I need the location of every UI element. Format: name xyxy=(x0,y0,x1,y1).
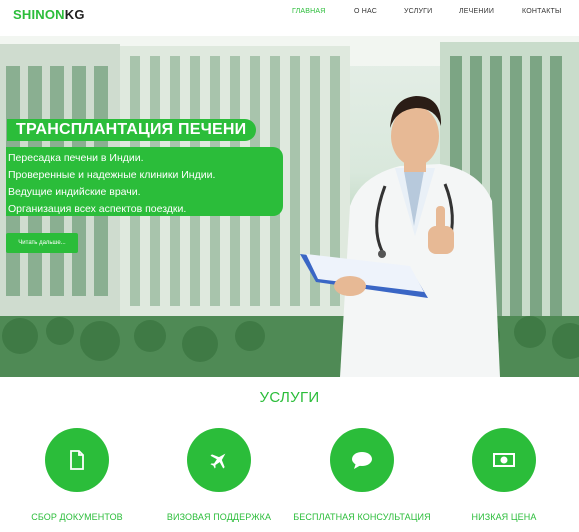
service-item-visa[interactable]: ВИЗОВАЯ ПОДДЕРЖКА xyxy=(149,428,289,522)
hero-text-box: Пересадка печени в Индии. Проверенные и … xyxy=(6,147,283,216)
logo-part-dark: KG xyxy=(64,7,85,22)
hero-line: Ведущие индийские врачи. xyxy=(8,186,141,198)
hero-line: Проверенные и надежные клиники Индии. xyxy=(8,169,216,181)
service-item-documents[interactable]: СБОР ДОКУМЕНТОВ xyxy=(7,428,147,522)
hero-banner: ТРАНСПЛАНТАЦИЯ ПЕЧЕНИ Пересадка печени в… xyxy=(0,36,579,377)
money-icon xyxy=(493,453,515,467)
service-item-consultation[interactable]: БЕСПЛАТНАЯ КОНСУЛЬТАЦИЯ xyxy=(292,428,432,522)
airplane-icon xyxy=(210,453,226,469)
nav-item-treatments[interactable]: ЛЕЧЕНИИ xyxy=(459,8,494,15)
service-label: ВИЗОВАЯ ПОДДЕРЖКА xyxy=(166,512,272,522)
logo[interactable]: SHINONKG xyxy=(13,7,85,22)
logo-part-green: SHINON xyxy=(13,7,65,22)
nav-item-about[interactable]: О НАС xyxy=(354,8,377,15)
site-header: SHINONKG ГЛАВНАЯ О НАС УСЛУГИ ЛЕЧЕНИИ КО… xyxy=(0,0,579,36)
service-circle[interactable] xyxy=(330,428,394,492)
read-more-button[interactable]: Читать дальше... xyxy=(6,233,78,253)
service-label: НИЗКАЯ ЦЕНА xyxy=(471,512,537,522)
hero-line: Пересадка печени в Индии. xyxy=(8,152,144,164)
nav-item-services[interactable]: УСЛУГИ xyxy=(404,8,432,15)
hero-line: Организация всех аспектов поездки. xyxy=(8,203,187,215)
services-title: УСЛУГИ xyxy=(259,389,320,406)
service-label: БЕСПЛАТНАЯ КОНСУЛЬТАЦИЯ xyxy=(293,512,431,522)
document-icon xyxy=(70,450,84,470)
nav-item-home[interactable]: ГЛАВНАЯ xyxy=(292,8,326,15)
service-circle[interactable] xyxy=(187,428,251,492)
service-circle[interactable] xyxy=(472,428,536,492)
chat-icon xyxy=(352,452,372,469)
service-label: СБОР ДОКУМЕНТОВ xyxy=(31,512,123,522)
service-circle[interactable] xyxy=(45,428,109,492)
service-item-low-price[interactable]: НИЗКАЯ ЦЕНА xyxy=(434,428,574,522)
nav-item-contacts[interactable]: КОНТАКТЫ xyxy=(522,8,561,15)
hero-title: ТРАНСПЛАНТАЦИЯ ПЕЧЕНИ xyxy=(7,119,257,141)
